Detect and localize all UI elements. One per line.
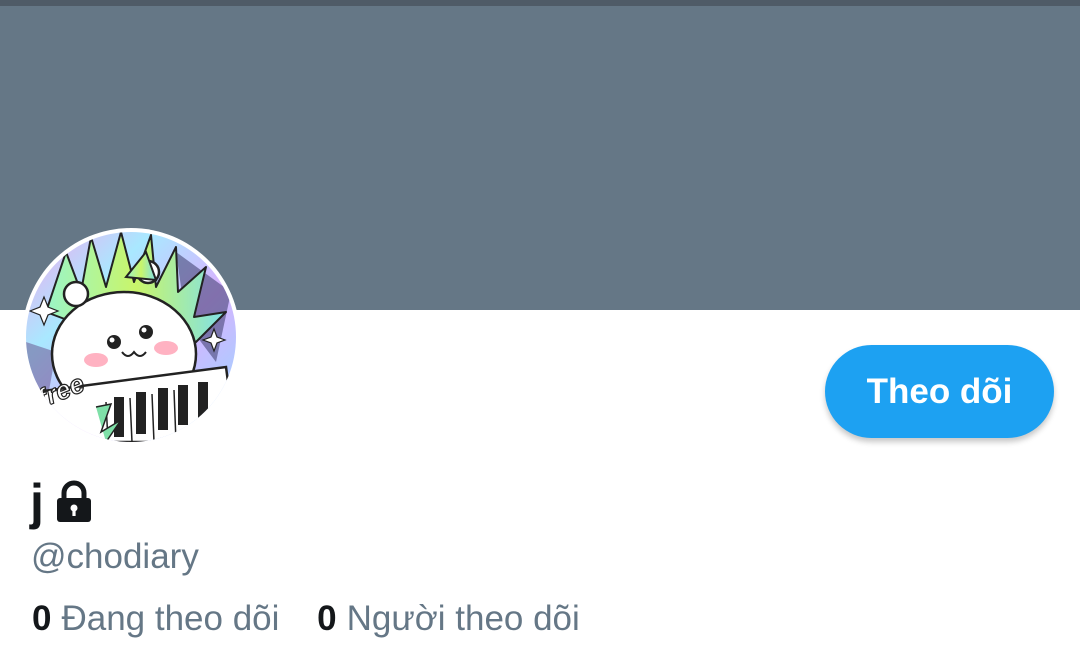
following-count: 0 (32, 599, 52, 638)
profile-handle: @chodiary (31, 537, 199, 576)
follow-button[interactable]: Theo dõi (825, 345, 1054, 438)
following-stat[interactable]: 0 Đang theo dõi (32, 598, 279, 640)
followers-label: Người theo dõi (346, 599, 580, 638)
following-label: Đang theo dõi (61, 599, 280, 638)
profile-stats: 0 Đang theo dõi 0 Người theo dõi (32, 598, 608, 640)
avatar[interactable]: free (22, 228, 240, 446)
avatar-image: free (26, 232, 236, 442)
followers-stat[interactable]: 0 Người theo dõi (317, 598, 580, 640)
lock-icon (56, 480, 91, 522)
display-name: j (30, 474, 44, 530)
followers-count: 0 (317, 599, 337, 638)
profile-name-row: j (30, 470, 94, 534)
